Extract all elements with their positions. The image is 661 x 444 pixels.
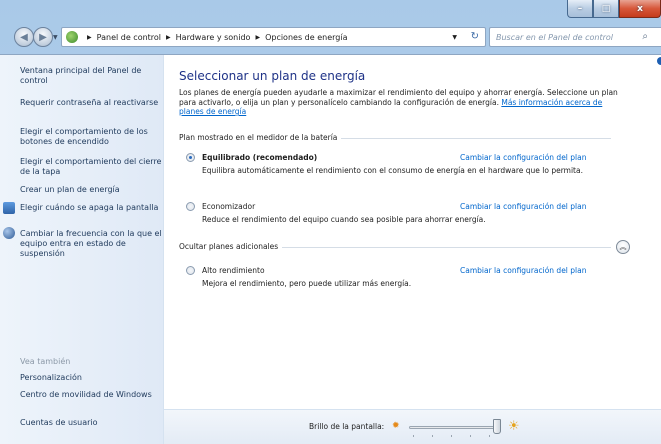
plan-radio-economizador[interactable] — [186, 202, 195, 211]
collapse-chevron-icon[interactable]: ︽ — [616, 240, 630, 254]
plan-name-economizador[interactable]: Economizador — [202, 202, 255, 211]
change-plan-link-economizador[interactable]: Cambiar la configuración del plan — [460, 202, 586, 211]
help-icon[interactable] — [657, 57, 661, 65]
breadcrumb-hardware-y-sonido[interactable]: Hardware y sonido — [176, 33, 251, 42]
breadcrumb-separator[interactable]: ▶ — [166, 34, 171, 41]
see-also-heading: Vea también — [20, 357, 71, 366]
control-panel-window: – □ x ◀ ▶ ▼ ▶ Panel de control ▶ Hardwar… — [0, 0, 661, 444]
sidebar-link-personalizacion[interactable]: Personalización — [20, 373, 162, 383]
intro-text: Los planes de energía pueden ayudarle a … — [179, 88, 619, 117]
breadcrumb-separator[interactable]: ▶ — [255, 34, 260, 41]
plan-radio-alto-rendimiento[interactable] — [186, 266, 195, 275]
search-input[interactable]: Buscar en el Panel de control ⌕ — [489, 27, 661, 47]
main-panel: Seleccionar un plan de energía Los plane… — [164, 55, 661, 409]
brightness-bar: Brillo de la pantalla: ✹ ☀ — [164, 409, 661, 444]
change-plan-link-equilibrado[interactable]: Cambiar la configuración del plan — [460, 153, 586, 162]
plan-description-equilibrado: Equilibra automáticamente el rendimiento… — [202, 166, 583, 175]
brightness-label: Brillo de la pantalla: — [309, 422, 385, 431]
sidebar-link-apagar-pantalla[interactable]: Elegir cuándo se apaga la pantalla — [20, 203, 162, 213]
slider-tick — [432, 435, 433, 437]
plan-radio-equilibrado[interactable] — [186, 153, 195, 162]
back-arrow-icon: ◀ — [20, 31, 28, 43]
forward-arrow-icon: ▶ — [39, 31, 47, 43]
caption-buttons: – □ x — [567, 0, 661, 20]
sleep-moon-icon — [3, 227, 15, 239]
slider-tick — [451, 435, 452, 437]
breadcrumb-panel-de-control[interactable]: Panel de control — [97, 33, 161, 42]
slider-tick — [489, 435, 490, 437]
dim-sun-icon: ✹ — [392, 421, 400, 431]
control-panel-icon — [66, 31, 78, 43]
slider-tick — [413, 435, 414, 437]
sidebar-link-requerir-contrasena[interactable]: Requerir contraseña al reactivarse — [20, 98, 162, 108]
search-placeholder: Buscar en el Panel de control — [496, 32, 614, 42]
task-sidebar: Ventana principal del Panel de control R… — [0, 55, 164, 444]
sidebar-link-botones-encendido[interactable]: Elegir el comportamiento de los botones … — [20, 127, 162, 147]
plan-description-economizador: Reduce el rendimiento del equipo cuando … — [202, 215, 486, 224]
refresh-icon[interactable]: ↻ — [471, 31, 479, 42]
plan-description-alto-rendimiento: Mejora el rendimiento, pero puede utiliz… — [202, 279, 412, 288]
recent-pages-dropdown[interactable]: ▼ — [53, 34, 58, 41]
sidebar-link-suspension[interactable]: Cambiar la frecuencia con la que el equi… — [20, 229, 162, 259]
bright-sun-icon: ☀ — [508, 419, 520, 434]
close-button[interactable]: x — [619, 0, 661, 18]
display-icon — [3, 202, 15, 214]
sidebar-link-cierre-tapa[interactable]: Elegir el comportamiento del cierre de l… — [20, 157, 162, 177]
plan-name-equilibrado[interactable]: Equilibrado (recomendado) — [202, 153, 317, 162]
sidebar-link-centro-movilidad[interactable]: Centro de movilidad de Windows — [20, 390, 162, 400]
breadcrumb-separator[interactable]: ▶ — [87, 34, 92, 41]
sidebar-link-panel-principal[interactable]: Ventana principal del Panel de control — [20, 66, 162, 86]
brightness-slider-thumb[interactable] — [493, 419, 501, 434]
battery-plan-group-label: Plan mostrado en el medidor de la baterí… — [179, 133, 342, 142]
slider-tick — [470, 435, 471, 437]
breadcrumb-opciones-de-energia[interactable]: Opciones de energía — [265, 33, 347, 42]
content-area: Ventana principal del Panel de control R… — [0, 54, 661, 444]
address-dropdown-icon[interactable]: ▼ — [452, 34, 457, 41]
search-icon[interactable]: ⌕ — [642, 31, 648, 42]
sidebar-link-crear-plan[interactable]: Crear un plan de energía — [20, 185, 162, 195]
back-button[interactable]: ◀ — [14, 27, 34, 47]
hidden-plans-group-label[interactable]: Ocultar planes adicionales — [179, 242, 283, 251]
forward-button[interactable]: ▶ — [33, 27, 53, 47]
sidebar-link-cuentas-usuario[interactable]: Cuentas de usuario — [20, 418, 162, 428]
plan-name-alto-rendimiento[interactable]: Alto rendimiento — [202, 266, 265, 275]
page-title: Seleccionar un plan de energía — [179, 69, 366, 83]
brightness-slider-track[interactable] — [409, 426, 501, 429]
maximize-button[interactable]: □ — [593, 0, 619, 18]
address-bar[interactable]: ▶ Panel de control ▶ Hardware y sonido ▶… — [61, 27, 486, 47]
change-plan-link-alto-rendimiento[interactable]: Cambiar la configuración del plan — [460, 266, 586, 275]
minimize-button[interactable]: – — [567, 0, 593, 18]
navigation-bar: ◀ ▶ ▼ ▶ Panel de control ▶ Hardware y so… — [0, 24, 661, 50]
